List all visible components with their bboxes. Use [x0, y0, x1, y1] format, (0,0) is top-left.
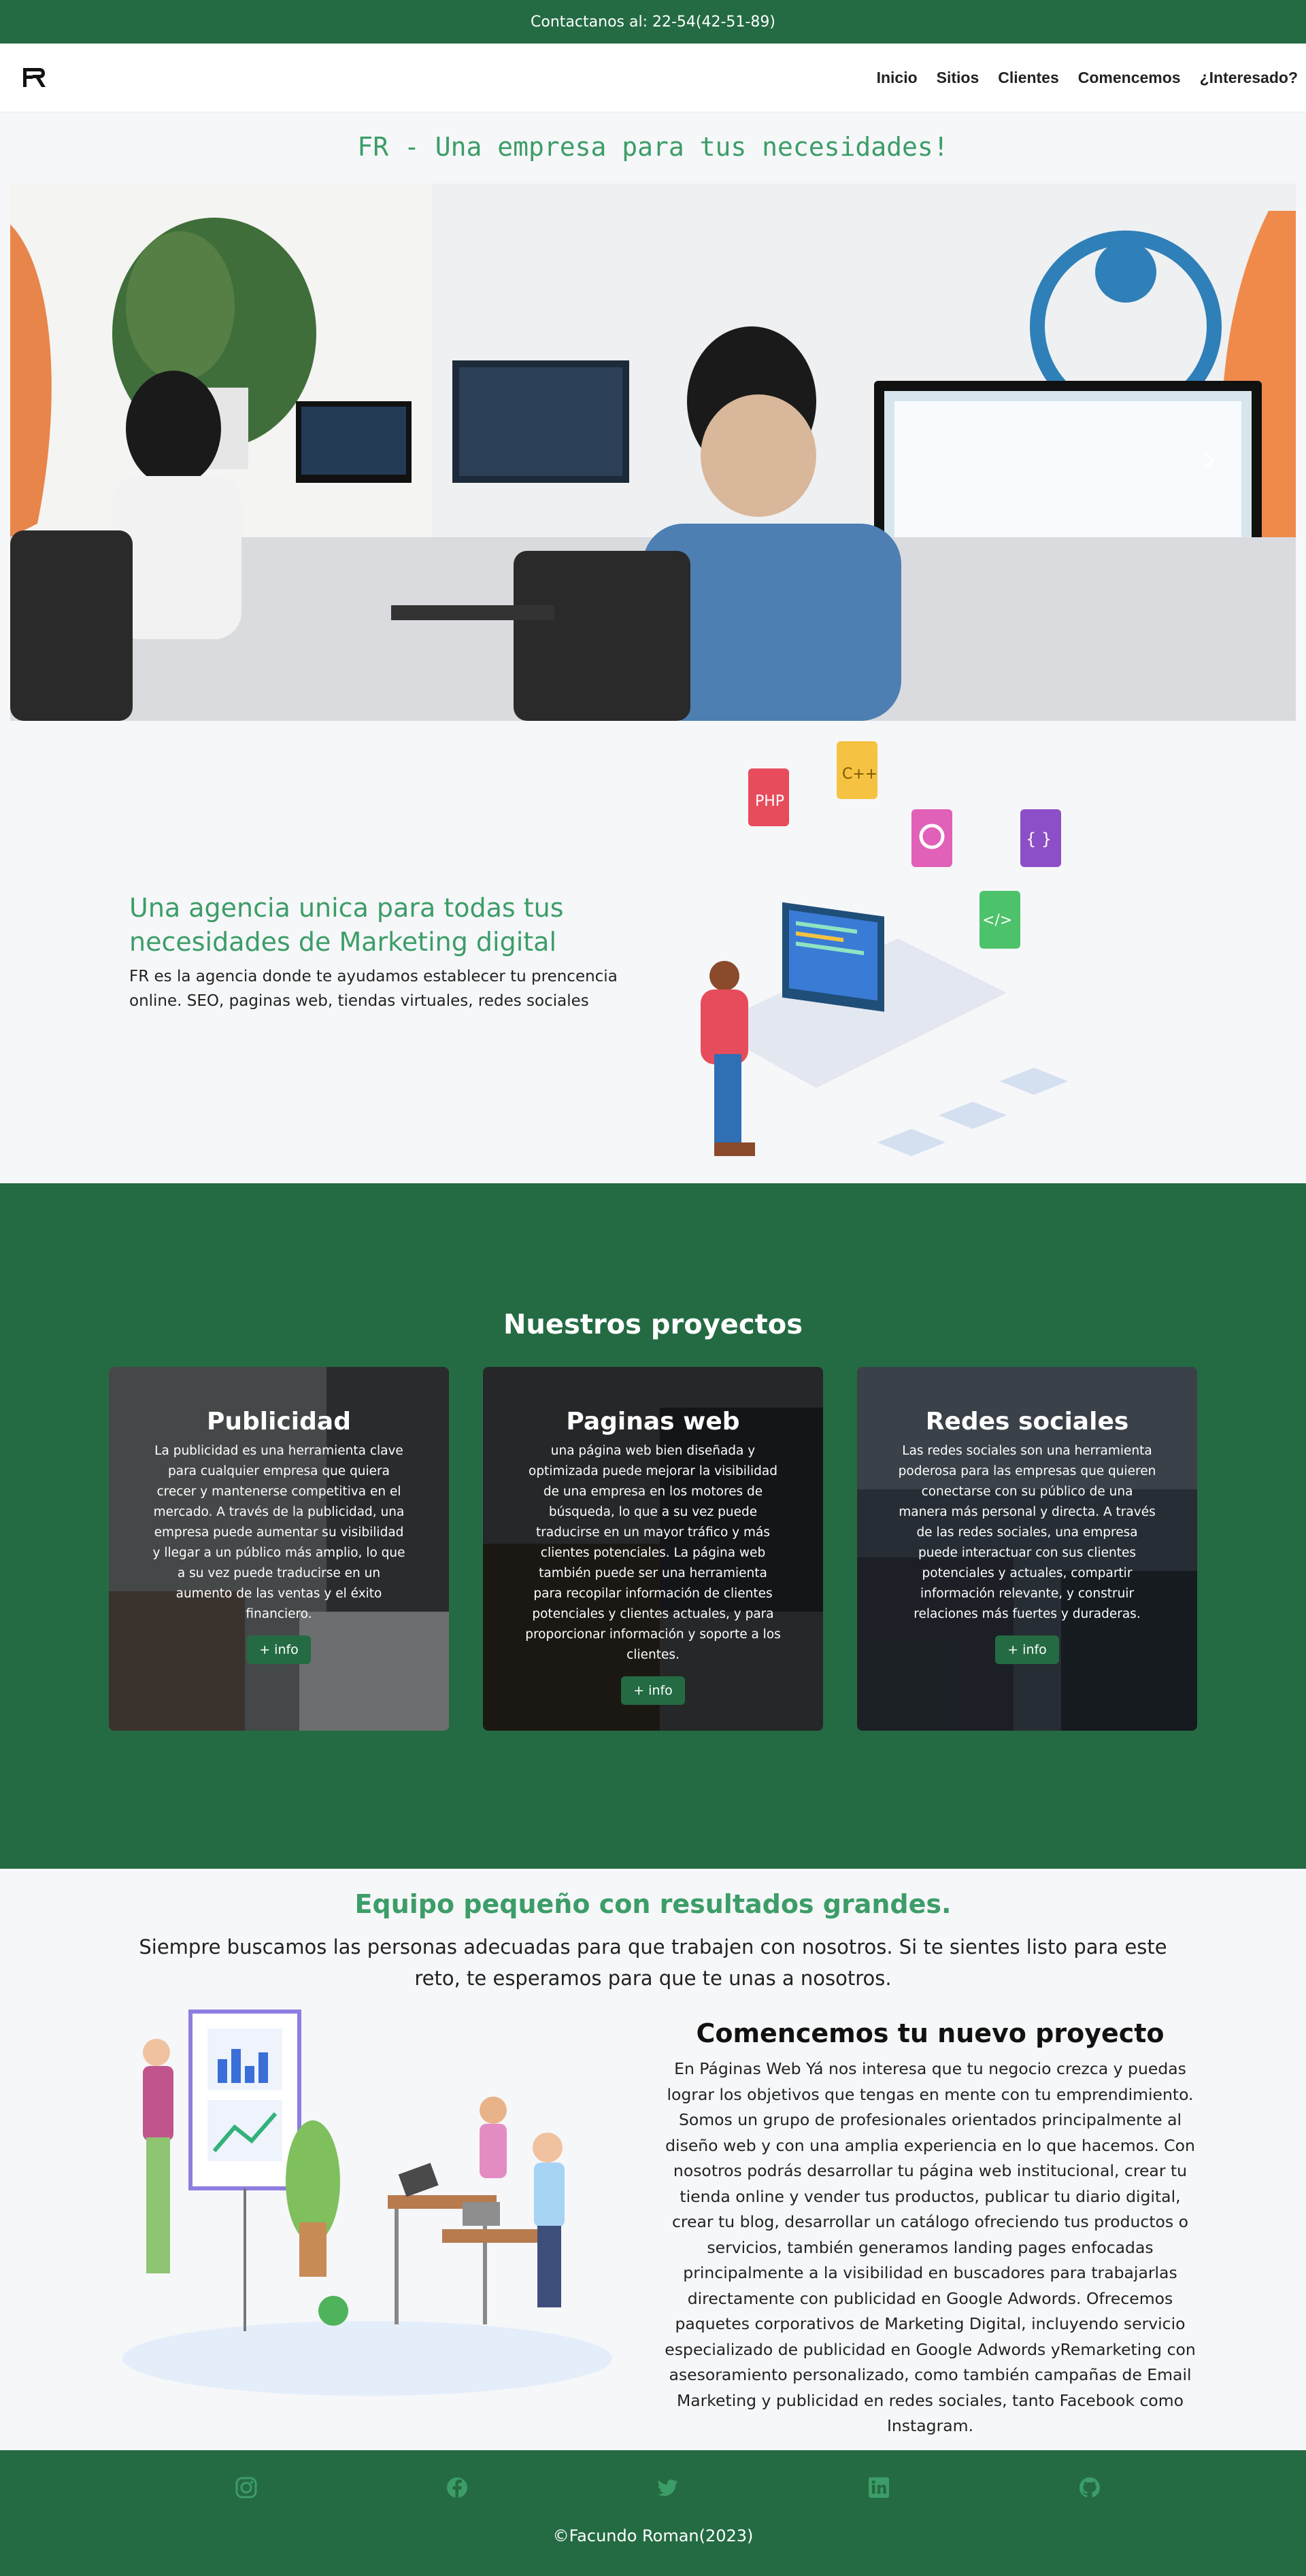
nav-item-inicio[interactable]: Inicio — [877, 69, 918, 87]
new-project-block: Comencemos tu nuevo proyecto En Páginas … — [663, 2018, 1197, 2439]
agency-title: Una agencia unica para todas tus necesid… — [129, 893, 564, 957]
more-info-button[interactable]: + info — [621, 1676, 685, 1705]
more-info-button[interactable]: + info — [995, 1636, 1059, 1664]
more-info-button[interactable]: + info — [247, 1636, 311, 1664]
agency-text: Una agencia unica para todas tus necesid… — [129, 891, 619, 1013]
card-description: La publicidad es una herramienta clave p… — [152, 1444, 405, 1621]
team-section: Equipo pequeño con resultados grandes. S… — [0, 1869, 1306, 2450]
chevron-right-icon[interactable]: › — [1201, 435, 1218, 483]
facebook-icon[interactable] — [446, 2476, 469, 2499]
fr-logo-icon[interactable] — [20, 64, 48, 91]
card-title: Paginas web — [566, 1408, 740, 1436]
contact-bar: Contactanos al: 22-54(42-51-89) — [0, 0, 1306, 44]
hero-carousel[interactable]: › — [10, 184, 1296, 721]
projects-section: Nuestros proyectos Publicidad La publici… — [0, 1183, 1306, 1869]
nav-item-comencemos[interactable]: Comencemos — [1078, 69, 1181, 87]
team-description: Siempre buscamos las personas adecuadas … — [139, 1935, 1167, 1990]
card-description: Las redes sociales son una herramienta p… — [898, 1444, 1156, 1621]
navbar: Inicio Sitios Clientes Comencemos ¿Inter… — [0, 44, 1306, 112]
developer-illustration: PHP C++ { } </> — [701, 741, 1068, 1156]
linkedin-icon[interactable] — [867, 2476, 890, 2499]
hero-title: FR - Una empresa para tus necesidades! — [357, 132, 949, 162]
nav-links: Inicio Sitios Clientes Comencemos ¿Inter… — [877, 69, 1298, 87]
instagram-icon[interactable] — [235, 2476, 258, 2499]
agency-section: Una agencia unica para todas tus necesid… — [0, 721, 1306, 1183]
php-badge: PHP — [755, 793, 784, 810]
team-illustration — [122, 2010, 612, 2396]
hero-image — [10, 184, 1296, 721]
contact-text: Contactanos al: 22-54(42-51-89) — [531, 13, 775, 31]
copyright: ©Facundo Roman(2023) — [552, 2526, 754, 2545]
project-card-redes-sociales[interactable]: Redes sociales Las redes sociales son un… — [857, 1367, 1197, 1731]
social-links — [235, 2476, 1101, 2499]
nav-item-interesado[interactable]: ¿Interesado? — [1200, 69, 1298, 87]
cpp-badge: C++ — [842, 766, 877, 783]
code-badge: </> — [982, 912, 1012, 929]
project-cards: Publicidad La publicidad es una herramie… — [109, 1367, 1197, 1731]
braces-badge: { } — [1026, 830, 1052, 849]
project-card-publicidad[interactable]: Publicidad La publicidad es una herramie… — [109, 1367, 449, 1731]
new-project-title: Comencemos tu nuevo proyecto — [696, 2018, 1165, 2048]
card-description: una página web bien diseñada y optimizad… — [525, 1444, 781, 1662]
twitter-icon[interactable] — [656, 2476, 680, 2499]
projects-title: Nuestros proyectos — [503, 1309, 803, 1340]
new-project-description: En Páginas Web Yá nos interesa que tu ne… — [665, 2059, 1196, 2435]
footer: ©Facundo Roman(2023) — [0, 2450, 1306, 2576]
card-title: Redes sociales — [925, 1408, 1129, 1436]
github-icon[interactable] — [1078, 2476, 1101, 2499]
team-title: Equipo pequeño con resultados grandes. — [354, 1889, 952, 1919]
project-card-paginas-web[interactable]: Paginas web una página web bien diseñada… — [483, 1367, 823, 1731]
nav-item-sitios[interactable]: Sitios — [937, 69, 980, 87]
agency-description: FR es la agencia donde te ayudamos estab… — [129, 968, 618, 1010]
card-title: Publicidad — [207, 1408, 351, 1436]
nav-item-clientes[interactable]: Clientes — [998, 69, 1058, 87]
